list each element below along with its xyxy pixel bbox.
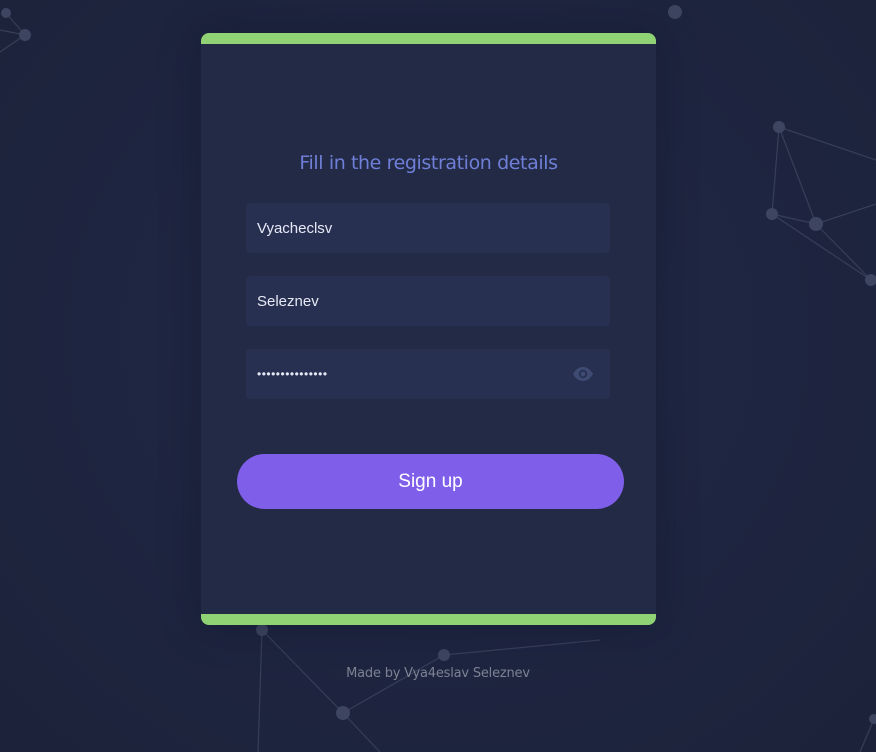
footer-credit: Made by Vya4eslav Seleznev xyxy=(346,666,530,681)
form-title: Fill in the registration details xyxy=(299,152,558,174)
registration-card: Fill in the registration details Vyachec… xyxy=(201,33,656,625)
last-name-value: Seleznev xyxy=(257,292,319,310)
eye-icon[interactable] xyxy=(571,362,595,386)
card-accent-top xyxy=(201,33,656,44)
last-name-field[interactable]: Seleznev xyxy=(246,276,610,326)
first-name-field[interactable]: Vyacheclsv xyxy=(246,203,610,253)
first-name-value: Vyacheclsv xyxy=(257,219,333,237)
page-background: Fill in the registration details Vyachec… xyxy=(0,0,876,752)
password-value: ••••••••••••••• xyxy=(257,367,328,381)
signup-button[interactable]: Sign up xyxy=(237,454,624,509)
card-accent-bottom xyxy=(201,614,656,625)
password-field[interactable]: ••••••••••••••• xyxy=(246,349,610,399)
